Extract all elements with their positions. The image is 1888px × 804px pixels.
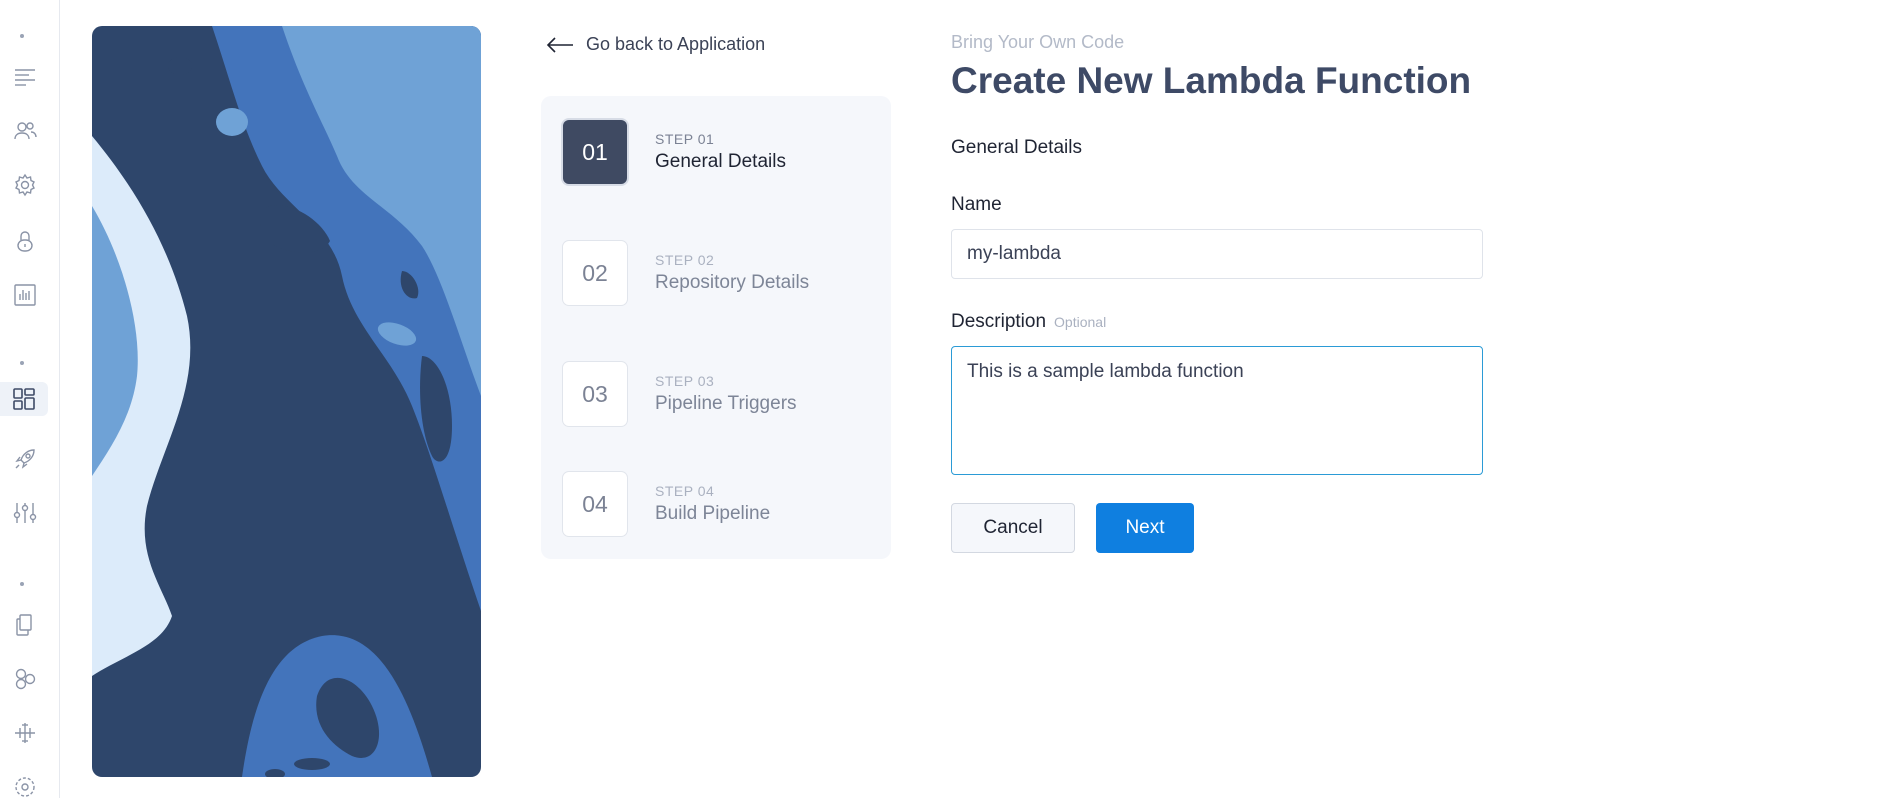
rocket-icon[interactable] [8,442,42,476]
description-textarea[interactable]: This is a sample lambda function [951,346,1483,475]
name-label: Name [951,194,1002,215]
step-number: 02 [563,241,627,305]
step-kicker: STEP 01 [655,131,715,147]
arrow-left-icon [546,36,573,53]
cancel-button[interactable]: Cancel [951,503,1075,553]
section-title: General Details [951,137,1082,158]
integrations-icon[interactable] [8,716,42,750]
left-sidebar [0,0,60,798]
applications-grid-icon[interactable] [0,382,48,416]
optional-hint: Optional [1054,314,1107,330]
description-label: Description [951,311,1047,332]
sidebar-dot [20,582,24,586]
menu-icon[interactable] [8,60,42,94]
step-repository-details[interactable]: 02 STEP 02 Repository Details [563,241,809,305]
step-general-details[interactable]: 01 STEP 01 General Details [563,120,786,184]
name-input[interactable] [951,229,1483,279]
step-kicker: STEP 02 [655,252,715,268]
step-title: Pipeline Triggers [655,393,797,414]
step-pipeline-triggers[interactable]: 03 STEP 03 Pipeline Triggers [563,362,797,426]
target-icon[interactable] [8,770,42,804]
step-number: 03 [563,362,627,426]
page-title: Create New Lambda Function [951,60,1472,101]
step-kicker: STEP 04 [655,483,715,499]
next-button[interactable]: Next [1096,503,1194,553]
sidebar-dot [20,34,24,38]
wizard-stepper: 01 STEP 01 General Details 02 STEP 02 Re… [541,96,891,559]
step-title: General Details [655,151,786,172]
step-number: 01 [563,120,627,184]
step-kicker: STEP 03 [655,373,715,389]
step-build-pipeline[interactable]: 04 STEP 04 Build Pipeline [563,472,770,536]
users-icon[interactable] [8,114,42,148]
lock-icon[interactable] [8,224,42,258]
hexagons-icon[interactable] [8,662,42,696]
page-eyebrow: Bring Your Own Code [951,32,1125,52]
description-label-row: Description Optional [951,311,1106,333]
back-to-application-link[interactable]: Go back to Application [546,34,765,55]
settings-gear-icon[interactable] [8,168,42,202]
sidebar-dot [20,361,24,365]
abstract-waves-art [92,26,481,777]
documents-icon[interactable] [8,608,42,642]
back-link-label: Go back to Application [586,34,766,54]
step-title: Build Pipeline [655,503,771,524]
decorative-illustration [92,26,481,777]
step-number: 04 [563,472,627,536]
step-title: Repository Details [655,272,810,293]
sliders-icon[interactable] [8,496,42,530]
bar-chart-icon[interactable] [8,278,42,312]
